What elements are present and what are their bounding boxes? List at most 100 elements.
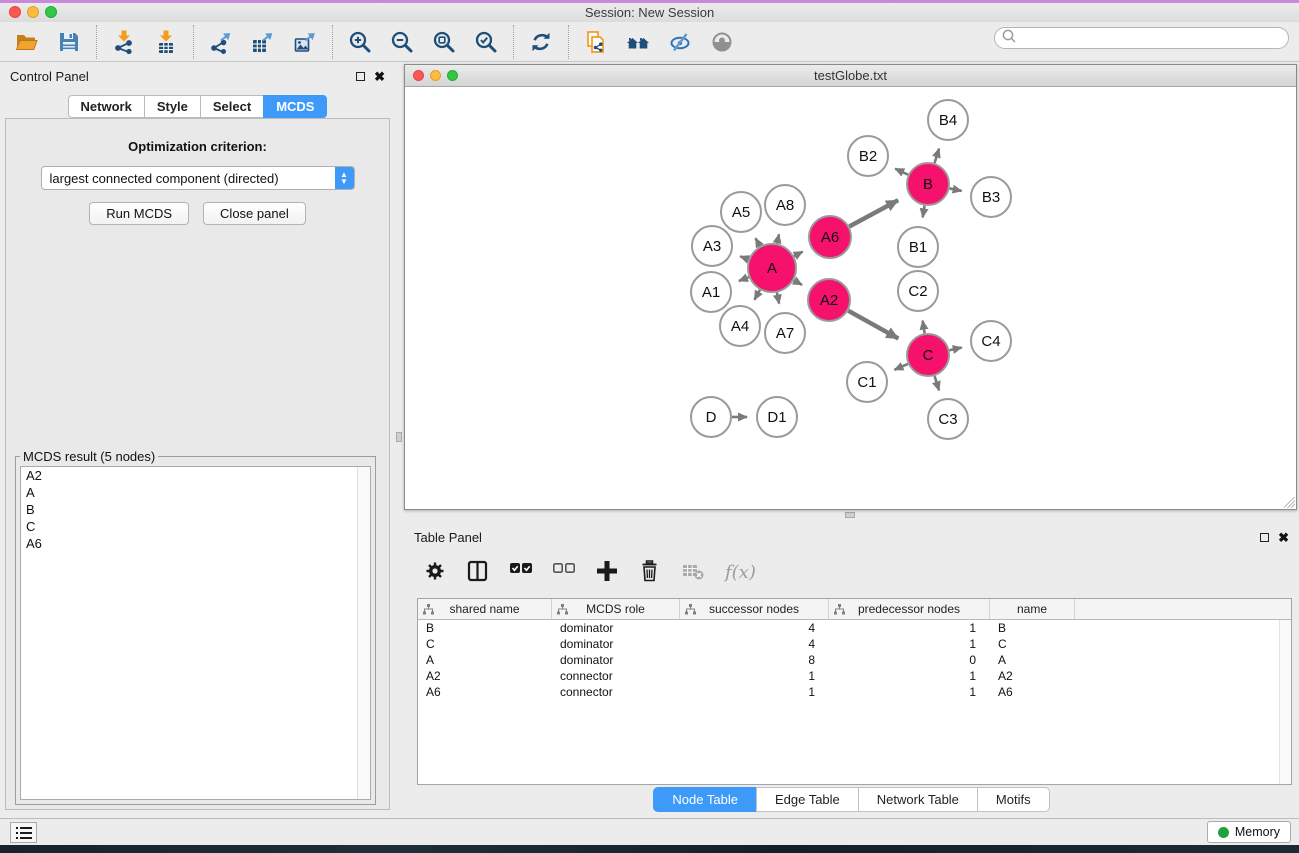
table-cell[interactable]: 8: [680, 653, 829, 667]
table-cell[interactable]: C: [418, 637, 552, 651]
edge-B-B3[interactable]: [950, 188, 962, 190]
memory-button[interactable]: Memory: [1207, 821, 1291, 843]
column-header-MCDS-role[interactable]: MCDS role: [552, 599, 680, 619]
table-cell[interactable]: 4: [680, 621, 829, 635]
edge-C-C1[interactable]: [894, 364, 907, 370]
home-layout-button[interactable]: [617, 25, 659, 59]
tab-edge-table[interactable]: Edge Table: [756, 787, 858, 812]
float-table-panel-icon[interactable]: [1260, 533, 1269, 542]
add-column-button[interactable]: [596, 560, 620, 584]
mcds-result-item[interactable]: A: [21, 484, 370, 501]
network-close-button[interactable]: [413, 70, 424, 81]
table-cell[interactable]: A2: [418, 669, 552, 683]
select-all-button[interactable]: [510, 560, 534, 584]
vertical-splitter-handle[interactable]: [396, 432, 402, 442]
table-scrollbar[interactable]: [1279, 620, 1291, 784]
zoom-window-button[interactable]: [45, 6, 57, 18]
close-panel-icon[interactable]: ✖: [374, 72, 385, 81]
edge-A2-C[interactable]: [848, 311, 898, 339]
deselect-all-button[interactable]: [553, 560, 577, 584]
table-cell[interactable]: 1: [829, 669, 990, 683]
table-cell[interactable]: connector: [552, 669, 680, 683]
edge-A-A5[interactable]: [756, 238, 760, 246]
edge-A-A1[interactable]: [739, 277, 749, 281]
edge-A-A3[interactable]: [740, 256, 748, 259]
network-zoom-button[interactable]: [447, 70, 458, 81]
gear-button[interactable]: [424, 560, 448, 584]
tab-mcds[interactable]: MCDS: [263, 95, 327, 118]
table-cell[interactable]: B: [990, 621, 1075, 635]
table-cell[interactable]: C: [990, 637, 1075, 651]
table-cell[interactable]: 4: [680, 637, 829, 651]
table-cell[interactable]: dominator: [552, 621, 680, 635]
open-file-button[interactable]: [6, 25, 48, 59]
mcds-result-item[interactable]: A2: [21, 467, 370, 484]
refresh-layout-button[interactable]: [520, 25, 562, 59]
edge-C-C4[interactable]: [949, 348, 961, 351]
table-cell[interactable]: dominator: [552, 653, 680, 667]
edge-C-C2[interactable]: [923, 321, 925, 334]
column-header-shared-name[interactable]: shared name: [418, 599, 552, 619]
export-image-button[interactable]: [284, 25, 326, 59]
table-cell[interactable]: 1: [829, 621, 990, 635]
column-header-predecessor-nodes[interactable]: predecessor nodes: [829, 599, 990, 619]
close-window-button[interactable]: [9, 6, 21, 18]
mcds-list-scrollbar[interactable]: [357, 467, 370, 799]
mcds-result-item[interactable]: C: [21, 518, 370, 535]
save-session-button[interactable]: [48, 25, 90, 59]
zoom-selected-button[interactable]: [465, 25, 507, 59]
edge-A-A6[interactable]: [794, 252, 803, 257]
table-cell[interactable]: 0: [829, 653, 990, 667]
edge-C-C3[interactable]: [935, 376, 939, 390]
hide-panel-eye-button[interactable]: [659, 25, 701, 59]
tab-node-table[interactable]: Node Table: [653, 787, 756, 812]
import-table-button[interactable]: [145, 25, 187, 59]
zoom-out-button[interactable]: [381, 25, 423, 59]
close-table-panel-icon[interactable]: ✖: [1278, 533, 1289, 542]
column-layout-button[interactable]: [467, 560, 491, 584]
table-cell[interactable]: A2: [990, 669, 1075, 683]
table-cell[interactable]: 1: [829, 685, 990, 699]
float-panel-icon[interactable]: [356, 72, 365, 81]
import-network-button[interactable]: [103, 25, 145, 59]
tab-select[interactable]: Select: [200, 95, 263, 118]
network-window-titlebar[interactable]: testGlobe.txt: [405, 65, 1296, 87]
optimization-criterion-select[interactable]: largest connected component (directed) ▲…: [41, 166, 355, 190]
column-header-name[interactable]: name: [990, 599, 1075, 619]
search-box[interactable]: [994, 27, 1289, 49]
table-cell[interactable]: connector: [552, 685, 680, 699]
edge-B-B2[interactable]: [895, 169, 908, 175]
column-header-successor-nodes[interactable]: successor nodes: [680, 599, 829, 619]
edge-A-A8[interactable]: [777, 234, 779, 243]
minimize-window-button[interactable]: [27, 6, 39, 18]
zoom-in-button[interactable]: [339, 25, 381, 59]
close-panel-button[interactable]: Close panel: [203, 202, 306, 225]
export-table-button[interactable]: [242, 25, 284, 59]
edge-A6-B[interactable]: [849, 200, 898, 226]
table-cell[interactable]: 1: [680, 685, 829, 699]
tab-style[interactable]: Style: [144, 95, 200, 118]
duplicate-network-button[interactable]: [575, 25, 617, 59]
mcds-result-item[interactable]: A6: [21, 535, 370, 552]
tab-network-table[interactable]: Network Table: [858, 787, 977, 812]
edge-A-A4[interactable]: [754, 290, 759, 300]
edge-A-A7[interactable]: [777, 293, 779, 304]
tab-network[interactable]: Network: [68, 95, 144, 118]
table-cell[interactable]: dominator: [552, 637, 680, 651]
table-cell[interactable]: A: [418, 653, 552, 667]
network-canvas[interactable]: B4B2BB3A8A5A6A3B1AA1C2A2A4A7C4CC1DD1C3: [405, 87, 1296, 509]
table-cell[interactable]: A6: [990, 685, 1075, 699]
search-input[interactable]: [1017, 29, 1288, 47]
edge-A-A2[interactable]: [794, 280, 802, 285]
table-cell[interactable]: A6: [418, 685, 552, 699]
show-eye-button[interactable]: [701, 25, 743, 59]
mcds-result-item[interactable]: B: [21, 501, 370, 518]
delete-column-button[interactable]: [639, 560, 663, 584]
table-cell[interactable]: A: [990, 653, 1075, 667]
task-history-button[interactable]: [10, 822, 37, 843]
window-resize-handle[interactable]: [1284, 497, 1295, 508]
tab-motifs[interactable]: Motifs: [977, 787, 1050, 812]
zoom-fit-button[interactable]: [423, 25, 465, 59]
edge-B-B4[interactable]: [935, 149, 939, 163]
edge-B-B1[interactable]: [923, 206, 925, 218]
